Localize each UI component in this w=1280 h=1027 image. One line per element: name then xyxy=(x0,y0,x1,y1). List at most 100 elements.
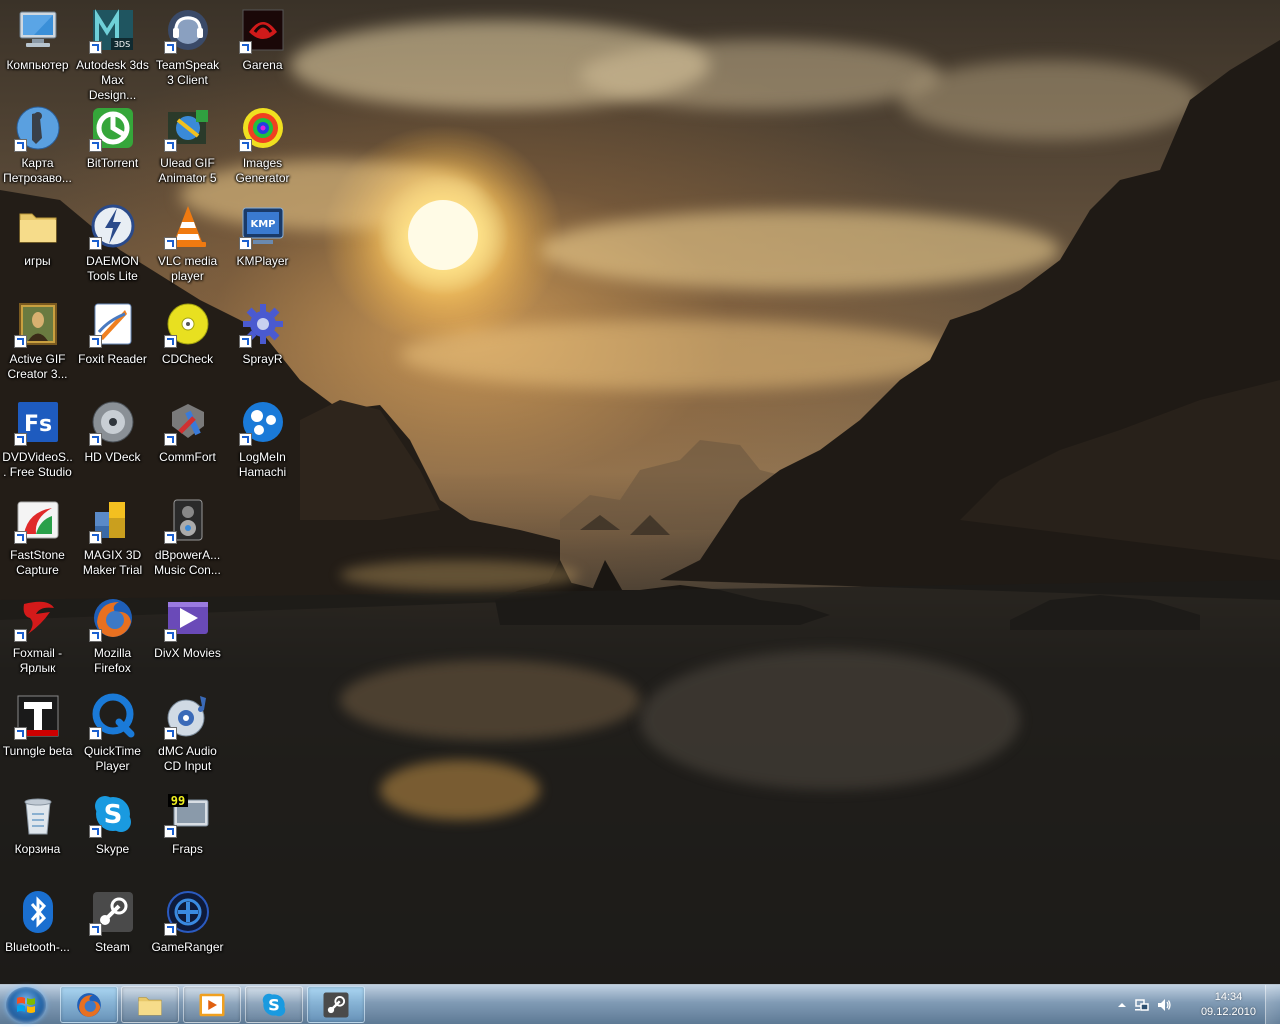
dmc-audio-icon xyxy=(163,692,212,740)
desktop-icon-label: Корзина xyxy=(14,842,61,856)
desktop-icon-skype[interactable]: S Skype xyxy=(75,784,150,880)
taskbar-button-skype[interactable]: S xyxy=(245,986,303,1023)
desktop-icon-divx[interactable]: DivX Movies xyxy=(150,588,225,684)
shortcut-arrow-icon xyxy=(13,335,27,348)
mona-lisa-icon xyxy=(13,300,62,348)
desktop-icon-bittorrent[interactable]: BitTorrent xyxy=(75,98,150,194)
desktop-icon-label: Foxmail - Ярлык xyxy=(12,646,63,675)
desktop-icon-dbpoweramp[interactable]: dBpowerA... Music Con... xyxy=(150,490,225,586)
bluetooth-icon xyxy=(14,888,62,936)
desktop-icon-label: DivX Movies xyxy=(154,646,221,660)
network-icon[interactable] xyxy=(1134,997,1150,1013)
shortcut-arrow-icon xyxy=(163,629,177,642)
desktop-icon-label: MAGIX 3D Maker Trial xyxy=(82,548,143,577)
desktop-icon-cdcheck[interactable]: CDCheck xyxy=(150,294,225,390)
desktop-icon-teamspeak[interactable]: TeamSpeak 3 Client xyxy=(150,0,225,96)
desktop-icon-label: Foxit Reader xyxy=(78,352,147,366)
desktop-icon-hd-vdeck[interactable]: HD VDeck xyxy=(75,392,150,488)
desktop-icon-map[interactable]: Карта Петрозаво... xyxy=(0,98,75,194)
desktop-icon-label: Fraps xyxy=(172,842,203,856)
desktop-icon-label: LogMeIn Hamachi xyxy=(238,450,287,479)
show-desktop-button[interactable] xyxy=(1265,985,1280,1025)
desktop-icon-3ds-max[interactable]: 3DS Autodesk 3ds Max Design... xyxy=(75,0,150,102)
map-icon xyxy=(13,104,62,152)
desktop-icon-faststone[interactable]: FastStone Capture xyxy=(0,490,75,586)
shortcut-arrow-icon xyxy=(238,433,252,446)
desktop-icon-magix-3d[interactable]: MAGIX 3D Maker Trial xyxy=(75,490,150,586)
shortcut-arrow-icon xyxy=(238,139,252,152)
desktop-icon-firefox[interactable]: Mozilla Firefox xyxy=(75,588,150,684)
tunngle-icon xyxy=(13,692,62,740)
shortcut-arrow-icon xyxy=(163,923,177,936)
desktop-icon-label: TeamSpeak 3 Client xyxy=(155,58,220,87)
desktop-icon-folder[interactable]: игры xyxy=(0,196,75,292)
volume-icon[interactable] xyxy=(1156,997,1172,1013)
desktop-icon-label: SprayR xyxy=(242,352,283,366)
desktop-icon-label: DAEMON Tools Lite xyxy=(86,254,139,283)
desktop-icon-label: GameRanger xyxy=(151,940,224,954)
desktop-icon-garena[interactable]: Garena xyxy=(225,0,300,96)
desktop-icon-label: Active GIF Creator 3... xyxy=(7,352,68,381)
quicktime-icon xyxy=(88,692,137,740)
teamspeak-icon xyxy=(163,6,212,54)
desktop-icon-label: dBpowerA... Music Con... xyxy=(154,548,221,577)
desktop-icon-kmplayer[interactable]: KMP KMPlayer xyxy=(225,196,300,292)
show-hidden-icons-icon[interactable] xyxy=(1114,997,1130,1013)
clock-time: 14:34 xyxy=(1214,991,1243,1003)
desktop-icon-quicktime[interactable]: QuickTime Player xyxy=(75,686,150,782)
desktop-icon-recycle-bin[interactable]: Корзина xyxy=(0,784,75,880)
taskbar-button-media-player[interactable] xyxy=(183,986,241,1023)
desktop-icon-tunngle[interactable]: Tunngle beta xyxy=(0,686,75,782)
svg-text:KMP: KMP xyxy=(250,219,275,230)
shortcut-arrow-icon xyxy=(13,433,27,446)
taskbar-button-firefox[interactable] xyxy=(60,986,118,1023)
desktop-icon-label: Autodesk 3ds Max Design... xyxy=(76,58,149,102)
shortcut-arrow-icon xyxy=(88,531,102,544)
desktop-icon-label: CommFort xyxy=(159,450,216,464)
desktop-icon-ulead-gif[interactable]: Ulead GIF Animator 5 xyxy=(150,98,225,194)
sprayr-icon xyxy=(238,300,287,348)
shortcut-arrow-icon xyxy=(88,629,102,642)
desktop-icon-label: Компьютер xyxy=(6,58,69,72)
desktop-icon-label: Bluetooth-... xyxy=(5,940,70,954)
desktop-icon-label: Skype xyxy=(95,842,130,856)
desktop-icon-vlc[interactable]: VLC media player xyxy=(150,196,225,292)
start-button[interactable] xyxy=(6,987,46,1023)
taskbar-button-explorer[interactable] xyxy=(121,986,179,1023)
skype-icon: S xyxy=(262,993,286,1017)
desktop-icon-label: Tunngle beta xyxy=(2,744,73,758)
desktop-icon-dmc-audio[interactable]: dMC Audio CD Input xyxy=(150,686,225,782)
commfort-icon xyxy=(163,398,212,446)
desktop-icon-foxit-reader[interactable]: Foxit Reader xyxy=(75,294,150,390)
desktop-icon-images-generator[interactable]: Images Generator xyxy=(225,98,300,194)
shortcut-arrow-icon xyxy=(163,433,177,446)
gameranger-icon xyxy=(163,888,212,936)
desktop-icon-label: BitTorrent xyxy=(86,156,139,170)
shortcut-arrow-icon xyxy=(13,629,27,642)
shortcut-arrow-icon xyxy=(13,727,27,740)
desktop-icon-bluetooth[interactable]: Bluetooth-... xyxy=(0,882,75,978)
taskbar-button-steam[interactable] xyxy=(307,986,365,1023)
desktop-icon-sprayr[interactable]: SprayR xyxy=(225,294,300,390)
clock-date: 09.12.2010 xyxy=(1200,1006,1256,1018)
desktop-icon-mona-lisa[interactable]: Active GIF Creator 3... xyxy=(0,294,75,390)
desktop-icon-fraps[interactable]: 99 Fraps xyxy=(150,784,225,880)
water-reflection xyxy=(380,760,540,820)
garena-icon xyxy=(238,6,287,54)
foxmail-icon xyxy=(13,594,62,642)
dbpoweramp-icon xyxy=(163,496,212,544)
tray-clock[interactable]: 14:34 09.12.2010 xyxy=(1201,990,1256,1020)
desktop-icon-foxmail[interactable]: Foxmail - Ярлык xyxy=(0,588,75,684)
shortcut-arrow-icon xyxy=(88,923,102,936)
desktop-icon-computer[interactable]: Компьютер xyxy=(0,0,75,96)
desktop-icon-daemon-tools[interactable]: DAEMON Tools Lite xyxy=(75,196,150,292)
desktop-icon-gameranger[interactable]: GameRanger xyxy=(150,882,225,978)
system-tray: 14:34 09.12.2010 xyxy=(1110,985,1280,1025)
cdcheck-icon xyxy=(163,300,212,348)
images-generator-icon xyxy=(238,104,287,152)
desktop-icon-fs[interactable]: Fs DVDVideoS... Free Studio xyxy=(0,392,75,488)
desktop-icon-commfort[interactable]: CommFort xyxy=(150,392,225,488)
desktop-icon-steam[interactable]: Steam xyxy=(75,882,150,978)
desktop-icon-hamachi[interactable]: LogMeIn Hamachi xyxy=(225,392,300,488)
shortcut-arrow-icon xyxy=(238,41,252,54)
